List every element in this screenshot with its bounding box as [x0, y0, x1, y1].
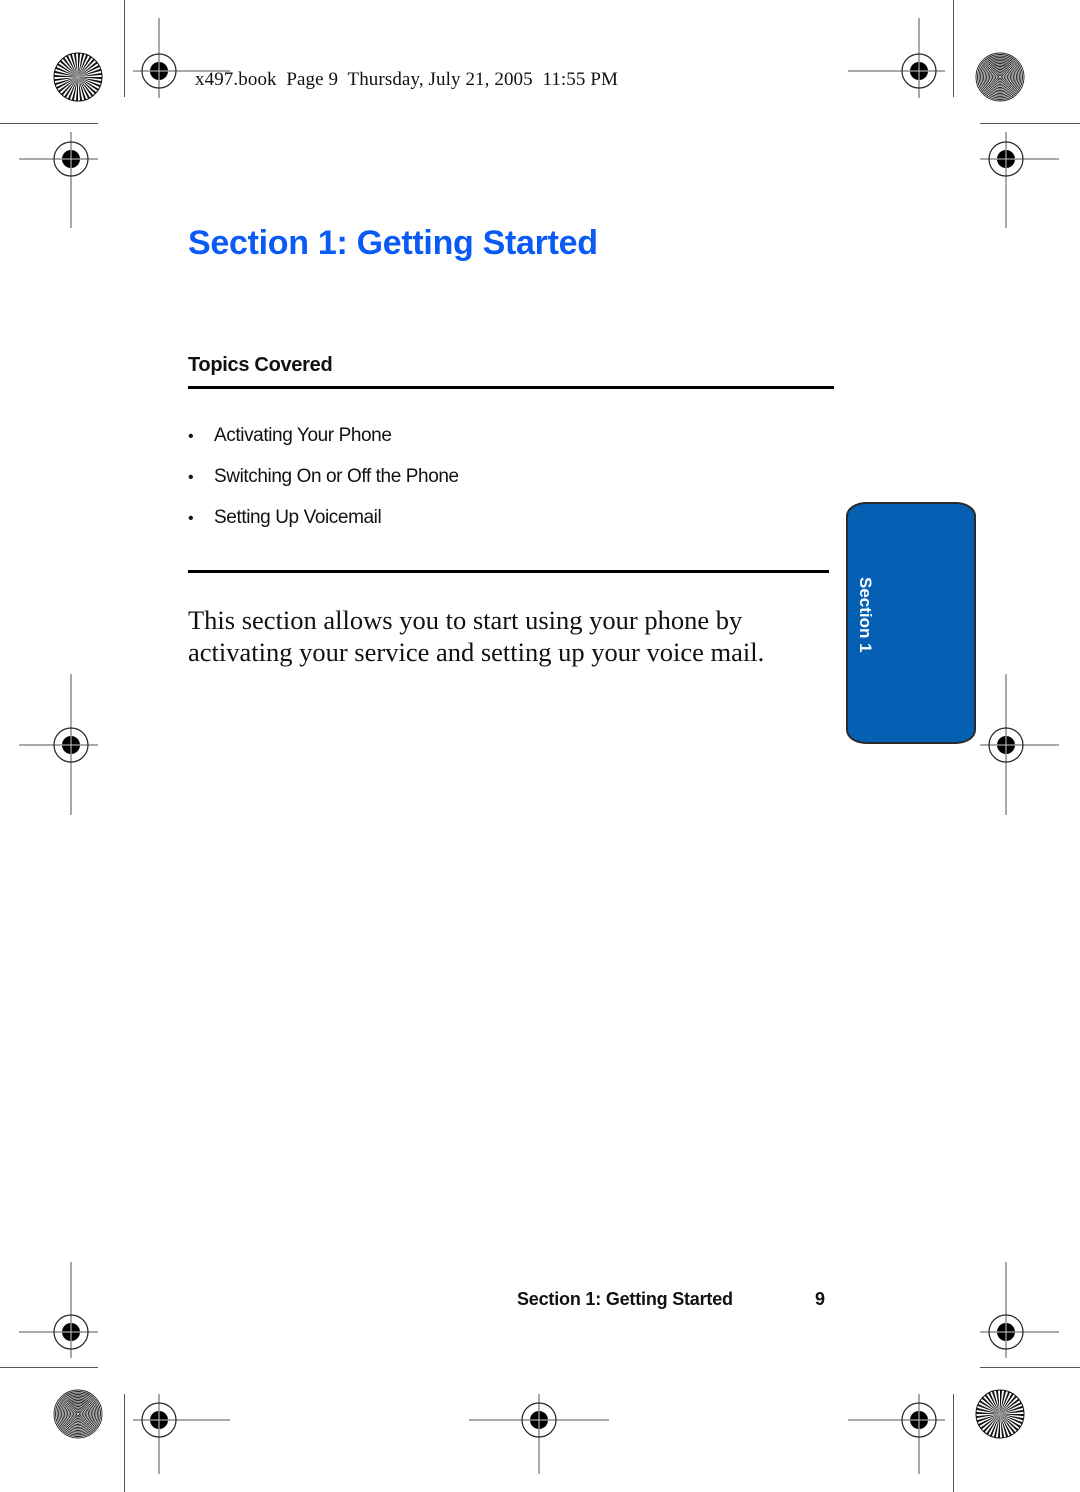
bullet-icon: • [188, 510, 194, 527]
topic-item: • Switching On or Off the Phone [188, 464, 459, 505]
print-slug: x497.book Page 9 Thursday, July 21, 2005… [195, 69, 619, 90]
intro-paragraph: This section allows you to start using y… [188, 605, 765, 667]
bullet-icon: • [188, 469, 194, 486]
page-number: 9 [815, 1289, 826, 1309]
concentric-target-icon [975, 52, 1025, 102]
crop-line [953, 1394, 954, 1492]
registration-mark-icon [980, 674, 1059, 815]
section-title: Section 1: Getting Started [188, 224, 598, 262]
footer-running-title: Section 1: Getting Started [517, 1289, 733, 1309]
registration-mark-icon [19, 1262, 98, 1358]
topics-list: • Activating Your Phone • Switching On or … [188, 423, 459, 546]
crop-line [980, 1367, 1080, 1368]
topics-top-rule [188, 386, 834, 389]
concentric-target-icon [53, 1389, 103, 1439]
topic-label: Activating Your Phone [214, 425, 392, 446]
topic-label: Setting Up Voicemail [214, 507, 382, 528]
topics-heading: Topics Covered [188, 354, 333, 376]
crop-line [0, 123, 98, 124]
crop-line [980, 123, 1080, 124]
topic-item: • Activating Your Phone [188, 423, 459, 464]
crop-line [124, 0, 125, 97]
registration-mark-icon [133, 1394, 230, 1474]
registration-mark-icon [848, 1394, 945, 1474]
crop-line [953, 0, 954, 97]
bullet-icon: • [188, 428, 194, 445]
star-target-icon [975, 1389, 1025, 1439]
star-target-icon [53, 52, 103, 102]
crop-line [0, 1367, 98, 1368]
registration-mark-icon [980, 132, 1059, 228]
topics-bottom-rule [188, 570, 829, 573]
crop-line [124, 1394, 125, 1492]
topic-label: Switching On or Off the Phone [214, 466, 459, 487]
registration-mark-icon [19, 132, 98, 228]
registration-mark-icon [980, 1262, 1059, 1358]
registration-mark-icon [19, 674, 98, 815]
side-tab-label: Section 1 [856, 577, 875, 653]
topic-item: • Setting Up Voicemail [188, 505, 459, 546]
registration-mark-icon [848, 18, 945, 98]
registration-mark-icon [469, 1394, 609, 1474]
